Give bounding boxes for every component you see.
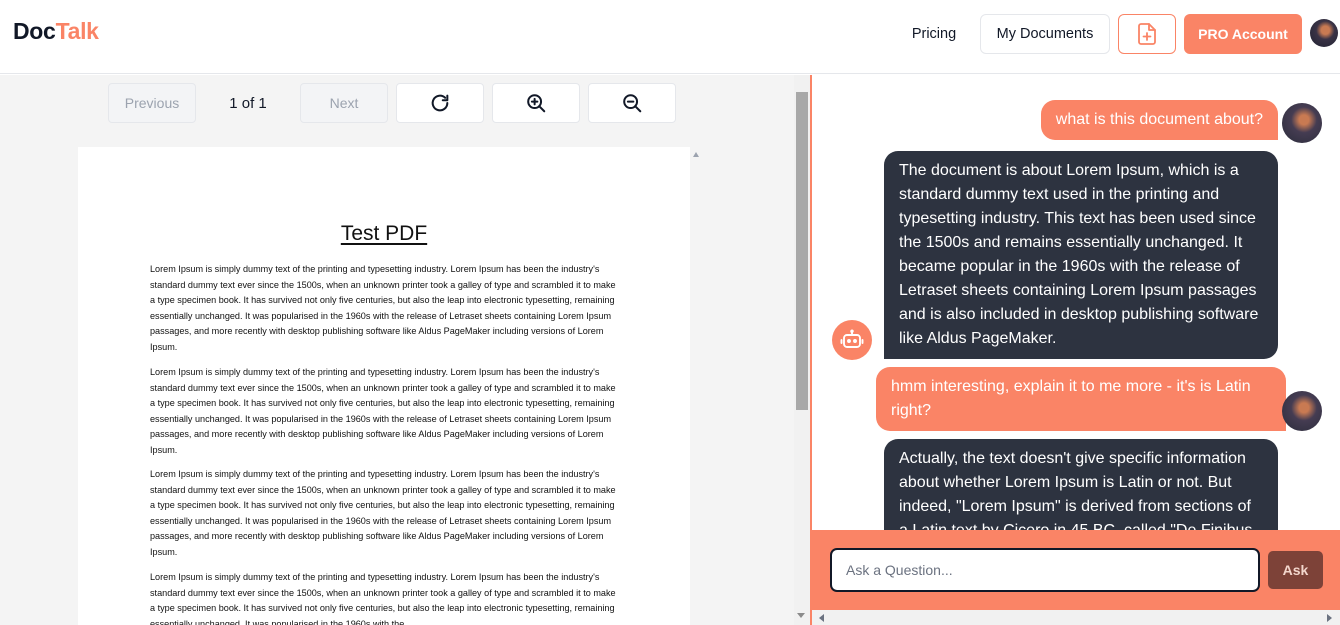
pdf-paragraph: Lorem Ipsum is simply dummy text of the … (150, 367, 616, 455)
zoom-in-button[interactable] (492, 83, 580, 123)
previous-page-button[interactable]: Previous (108, 83, 196, 123)
pdf-page: Test PDF Lorem Ipsum is simply dummy tex… (78, 147, 690, 625)
pdf-scroll-down-arrow[interactable] (797, 613, 805, 618)
chat-panel: what is this document about? The documen… (810, 75, 1340, 625)
pro-account-button[interactable]: PRO Account (1184, 14, 1302, 54)
pdf-paragraph: Lorem Ipsum is simply dummy text of the … (150, 572, 616, 625)
robot-icon (840, 329, 864, 348)
pdf-paragraph: Lorem Ipsum is simply dummy text of the … (150, 264, 616, 352)
logo-doc-text: Doc (13, 18, 56, 44)
user-avatar[interactable] (1310, 19, 1338, 47)
scroll-left-arrow[interactable] (819, 614, 824, 622)
my-documents-button[interactable]: My Documents (980, 14, 1110, 54)
user-message-avatar (1282, 391, 1322, 431)
ask-bar: Ask (812, 530, 1340, 610)
user-message: hmm interesting, explain it to me more -… (876, 367, 1286, 431)
assistant-message: The document is about Lorem Ipsum, which… (884, 151, 1278, 359)
ask-button[interactable]: Ask (1268, 551, 1323, 589)
zoom-out-button[interactable] (588, 83, 676, 123)
next-page-button[interactable]: Next (300, 83, 388, 123)
pdf-paragraph: Lorem Ipsum is simply dummy text of the … (150, 469, 616, 557)
user-message-avatar (1282, 103, 1322, 143)
pdf-scroll-up-arrow[interactable] (693, 152, 699, 157)
zoom-in-icon (527, 94, 546, 113)
pdf-scrollbar-thumb[interactable] (796, 92, 808, 410)
app-logo[interactable]: DocTalk (13, 18, 99, 45)
page-indicator: 1 of 1 (229, 94, 267, 112)
chat-horizontal-scrollbar[interactable] (812, 610, 1340, 625)
pdf-viewer: Previous 1 of 1 Next Test PDF Lorem Ipsu… (0, 75, 810, 625)
upload-document-button[interactable] (1118, 14, 1176, 54)
question-input[interactable] (830, 548, 1260, 592)
scroll-right-arrow[interactable] (1327, 614, 1332, 622)
user-message: what is this document about? (1040, 100, 1278, 140)
file-plus-icon (1138, 23, 1156, 45)
assistant-avatar (832, 320, 872, 360)
refresh-icon (431, 94, 449, 112)
pdf-title: Test PDF (340, 222, 428, 245)
pricing-link[interactable]: Pricing (898, 14, 970, 54)
logo-talk-text: Talk (55, 18, 99, 44)
zoom-out-icon (623, 94, 642, 113)
top-header: DocTalk Pricing My Documents PRO Account (0, 0, 1340, 74)
rotate-button[interactable] (396, 83, 484, 123)
